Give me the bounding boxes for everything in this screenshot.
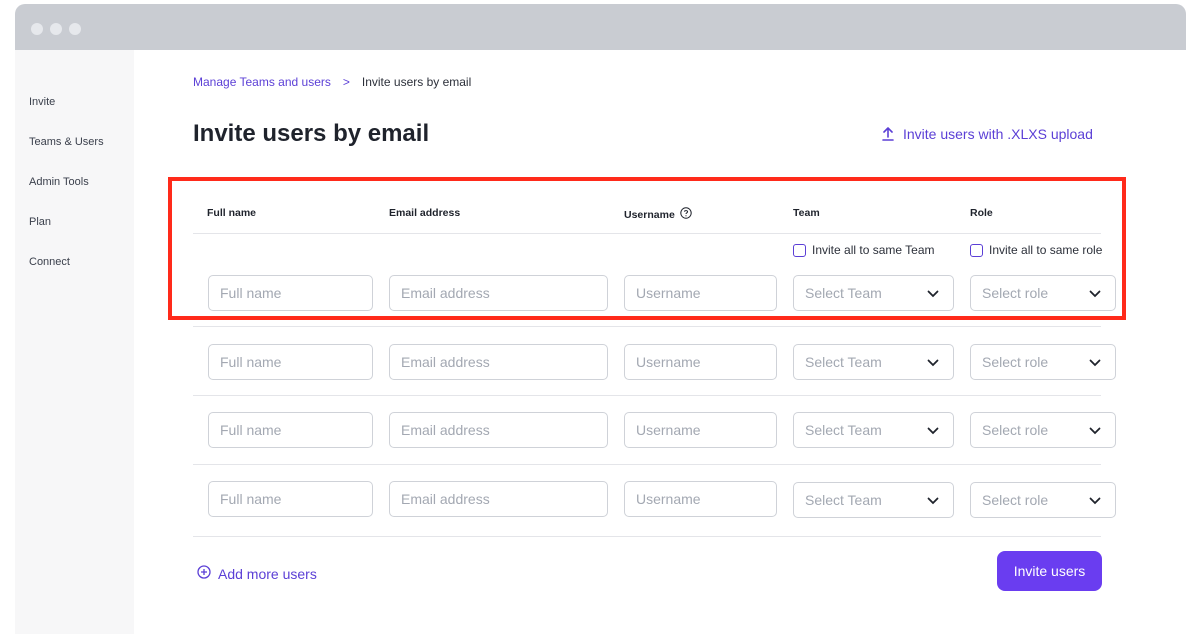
team-select-placeholder: Select Team [805, 492, 882, 508]
team-select-placeholder: Select Team [805, 354, 882, 370]
role-select-placeholder: Select role [982, 422, 1049, 438]
breadcrumb-separator: > [342, 75, 350, 89]
title-bar [15, 4, 1186, 50]
email-placeholder: Email address [401, 285, 490, 301]
window-close-dot[interactable] [31, 23, 43, 35]
team-select[interactable]: Select Team [793, 275, 954, 311]
checkbox-box[interactable] [970, 243, 983, 257]
sidebar-item-admin-tools[interactable]: Admin Tools [29, 176, 89, 188]
username-placeholder: Username [636, 422, 701, 438]
email-placeholder: Email address [401, 354, 490, 370]
row-divider [193, 395, 1101, 396]
invite-users-button[interactable]: Invite users [997, 551, 1102, 591]
xlxs-upload-link[interactable]: Invite users with .XLXS upload [881, 126, 1093, 142]
window-minimize-dot[interactable] [50, 23, 62, 35]
full-name-placeholder: Full name [220, 491, 282, 507]
column-header-full-name: Full name [207, 207, 256, 219]
column-header-email-label: Email address [389, 207, 461, 219]
full-name-placeholder: Full name [220, 422, 282, 438]
sidebar-item-teams-users[interactable]: Teams & Users [29, 136, 104, 148]
role-select[interactable]: Select role [970, 482, 1116, 518]
breadcrumb-current: Invite users by email [361, 75, 472, 89]
same-team-checkbox[interactable]: Invite all to same Team [793, 243, 935, 257]
column-header-username-label: Username [624, 208, 675, 221]
column-header-role-label: Role [970, 207, 993, 219]
breadcrumb: Manage Teams and users > Invite users by… [193, 75, 471, 89]
team-select-placeholder: Select Team [805, 285, 882, 301]
add-more-users-button[interactable]: Add more users [197, 565, 317, 582]
sidebar-item-connect[interactable]: Connect [29, 256, 70, 268]
full-name-placeholder: Full name [220, 354, 282, 370]
help-icon[interactable] [680, 207, 692, 222]
chevron-down-icon [927, 492, 939, 508]
team-select[interactable]: Select Team [793, 412, 954, 448]
checkbox-box[interactable] [793, 243, 806, 257]
page-title: Invite users by email [193, 120, 430, 147]
role-select-placeholder: Select role [982, 354, 1049, 370]
chevron-down-icon [927, 285, 939, 301]
same-team-label: Invite all to same Team [812, 243, 935, 257]
breadcrumb-parent-link[interactable]: Manage Teams and users [193, 75, 331, 89]
sidebar-item-invite[interactable]: Invite [29, 96, 55, 108]
username-input[interactable]: Username [624, 344, 777, 380]
username-input[interactable]: Username [624, 275, 777, 311]
email-input[interactable]: Email address [389, 481, 608, 517]
sidebar: Invite Teams & Users Admin Tools Plan Co… [15, 50, 134, 634]
email-placeholder: Email address [401, 491, 490, 507]
upload-link-label: Invite users with .XLXS upload [903, 126, 1093, 142]
window-maximize-dot[interactable] [69, 23, 81, 35]
email-placeholder: Email address [401, 422, 490, 438]
column-header-role: Role [970, 207, 993, 219]
plus-circle-icon [197, 565, 211, 582]
full-name-input[interactable]: Full name [208, 412, 373, 448]
full-name-input[interactable]: Full name [208, 275, 373, 311]
username-placeholder: Username [636, 354, 701, 370]
role-select[interactable]: Select role [970, 412, 1116, 448]
column-header-email: Email address [389, 207, 460, 219]
username-input[interactable]: Username [624, 412, 777, 448]
column-header-full-name-label: Full name [207, 207, 257, 219]
team-select-placeholder: Select Team [805, 422, 882, 438]
row-divider [193, 464, 1101, 465]
chevron-down-icon [1089, 492, 1101, 508]
team-select[interactable]: Select Team [793, 482, 954, 518]
role-select-placeholder: Select role [982, 285, 1049, 301]
column-header-team: Team [793, 207, 820, 219]
row-divider [193, 536, 1101, 537]
chevron-down-icon [1089, 422, 1101, 438]
email-input[interactable]: Email address [389, 412, 608, 448]
header-divider [193, 233, 1101, 234]
upload-icon [881, 127, 895, 141]
role-select-placeholder: Select role [982, 492, 1049, 508]
role-select[interactable]: Select role [970, 275, 1116, 311]
sidebar-item-plan[interactable]: Plan [29, 216, 51, 228]
row-divider [193, 326, 1101, 327]
same-role-label: Invite all to same role [989, 243, 1103, 257]
team-select[interactable]: Select Team [793, 344, 954, 380]
email-input[interactable]: Email address [389, 344, 608, 380]
column-header-team-label: Team [793, 207, 820, 219]
role-select[interactable]: Select role [970, 344, 1116, 380]
username-input[interactable]: Username [624, 481, 777, 517]
chevron-down-icon [927, 354, 939, 370]
chevron-down-icon [1089, 354, 1101, 370]
full-name-input[interactable]: Full name [208, 481, 373, 517]
same-role-checkbox[interactable]: Invite all to same role [970, 243, 1102, 257]
username-placeholder: Username [636, 491, 701, 507]
full-name-input[interactable]: Full name [208, 344, 373, 380]
column-header-username: Username [624, 207, 692, 222]
add-more-users-label: Add more users [218, 565, 317, 582]
chevron-down-icon [1089, 285, 1101, 301]
chevron-down-icon [927, 422, 939, 438]
email-input[interactable]: Email address [389, 275, 608, 311]
username-placeholder: Username [636, 285, 701, 301]
full-name-placeholder: Full name [220, 285, 282, 301]
